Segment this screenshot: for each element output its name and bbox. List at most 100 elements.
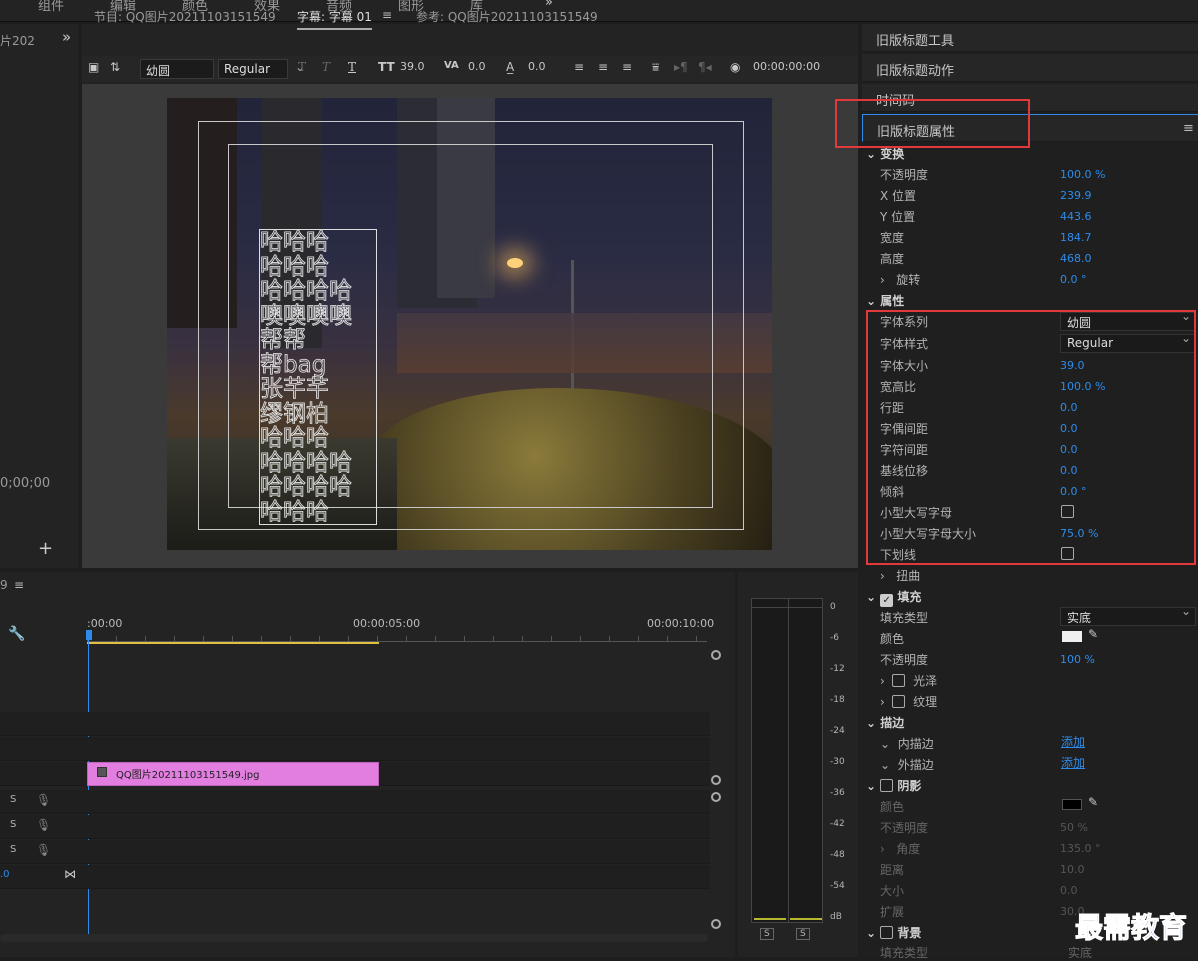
rotation-row[interactable]: › 旋转 <box>880 271 920 288</box>
shadow-size-value[interactable]: 0.0 <box>1060 884 1078 897</box>
timecode-10: 00:00:10:00 <box>647 617 715 630</box>
vertical-text-icon[interactable]: ⇅ <box>110 60 120 78</box>
title-text-block[interactable]: 哈哈哈 哈哈哈 哈哈哈哈 噢噢噢噢 帮帮 帮bag 张芊芊 缪钢柏 哈哈哈 哈哈… <box>259 229 377 525</box>
mic-icon[interactable]: 🎙 <box>36 793 51 807</box>
texture-row[interactable]: › 纹理 <box>880 693 937 710</box>
text-box-icon[interactable]: ▣ <box>88 60 99 78</box>
clip[interactable]: QQ图片20211103151549.jpg <box>87 762 379 786</box>
style-dropdown[interactable]: Regular ⌄ <box>218 59 305 79</box>
playhead-line <box>88 640 89 935</box>
audio-track-3[interactable]: S 🎙 <box>0 840 710 864</box>
tab-stops-icon[interactable]: ⩸ <box>652 60 659 78</box>
underline-icon[interactable]: T <box>348 60 356 78</box>
header-title-tools[interactable]: 旧版标题工具 <box>862 24 1198 52</box>
shadow-color-swatch[interactable] <box>1062 799 1082 810</box>
height-value[interactable]: 468.0 <box>1060 252 1092 265</box>
scroll-handle[interactable] <box>711 919 721 929</box>
work-area-bar[interactable] <box>87 642 379 644</box>
opacity-value[interactable]: 100.0 % <box>1060 168 1105 181</box>
add-inner-stroke-link[interactable]: 添加 <box>1061 733 1085 750</box>
solo-left-button[interactable]: S <box>760 928 774 940</box>
align-right-icon[interactable]: ≡ <box>622 60 632 78</box>
tab-menu-icon[interactable]: ≡ <box>382 8 392 22</box>
show-video-icon[interactable]: ◉ <box>730 60 740 78</box>
align-left-icon[interactable]: ≡ <box>574 60 584 78</box>
bowtie-icon[interactable]: ⋈ <box>64 867 76 881</box>
fill-checkbox[interactable]: ✓ <box>880 594 894 607</box>
y-position-value[interactable]: 443.6 <box>1060 210 1092 223</box>
solo-button[interactable]: S <box>10 794 16 805</box>
stroke-section[interactable]: ⌄ 描边 <box>866 714 904 731</box>
background-type-value[interactable]: 实底 <box>1068 944 1092 961</box>
fill-color-swatch[interactable] <box>1062 631 1082 642</box>
width-value[interactable]: 184.7 <box>1060 231 1092 244</box>
kerning-icon: VA <box>444 60 459 71</box>
master-volume[interactable]: .0 <box>0 869 10 880</box>
prev-frame-icon[interactable]: ▸¶ <box>674 60 688 78</box>
timeline-menu-icon[interactable]: ≡ <box>14 578 24 592</box>
shadow-distance-value[interactable]: 10.0 <box>1060 863 1085 876</box>
header-title-actions[interactable]: 旧版标题动作 <box>862 54 1198 82</box>
distort-row[interactable]: › 扭曲 <box>880 567 920 584</box>
panel-menu-icon[interactable]: ≡ <box>1183 121 1194 136</box>
solo-right-button[interactable]: S <box>796 928 810 940</box>
mic-icon[interactable]: 🎙 <box>36 818 51 832</box>
fill-type-select[interactable]: 实底 <box>1060 604 1196 626</box>
image-clip-icon <box>97 767 107 777</box>
audio-track-1[interactable]: S 🎙 <box>0 790 710 814</box>
eyedropper-icon[interactable]: ✎ <box>1088 627 1098 641</box>
video-track-3[interactable] <box>0 712 710 736</box>
x-position-value[interactable]: 239.9 <box>1060 189 1092 202</box>
menu-item-components[interactable]: 组件 <box>38 0 64 14</box>
rotation-value[interactable]: 0.0 ° <box>1060 273 1087 286</box>
shadow-angle-row[interactable]: › 角度 <box>880 840 920 857</box>
bold-icon[interactable]: T <box>298 60 306 78</box>
shadow-section[interactable]: ⌄ 阴影 <box>866 777 921 794</box>
left-panel-title: 片202 <box>0 34 35 48</box>
background-checkbox[interactable] <box>880 926 894 939</box>
shadow-checkbox[interactable] <box>880 779 894 792</box>
scroll-handle[interactable] <box>711 792 721 802</box>
mic-icon[interactable]: 🎙 <box>36 843 51 857</box>
sheen-checkbox[interactable] <box>892 674 906 687</box>
toolbar-timecode[interactable]: 00:00:00:00 <box>753 60 820 78</box>
add-icon[interactable]: + <box>38 538 53 559</box>
tab-caption[interactable]: 字幕: 字幕 01 <box>297 8 372 30</box>
font-dropdown[interactable]: 幼圆⌄ <box>140 59 231 79</box>
wrench-icon[interactable]: 🔧 <box>8 626 25 642</box>
italic-icon[interactable]: T <box>322 60 330 78</box>
solo-button[interactable]: S <box>10 844 16 855</box>
expand-icon[interactable]: » <box>62 28 71 46</box>
fill-section[interactable]: ⌄ ✓ 填充 <box>866 588 921 607</box>
audio-meter-panel: 0 -6 -12 -18 -24 -30 -36 -42 -48 -54 dB … <box>738 572 858 957</box>
leading-value[interactable]: 0.0 <box>528 60 546 78</box>
scroll-handle[interactable] <box>711 650 721 660</box>
font-size-value[interactable]: 39.0 <box>400 60 425 78</box>
texture-checkbox[interactable] <box>892 695 906 708</box>
solo-button[interactable]: S <box>10 819 16 830</box>
tab-program[interactable]: 节目: QQ图片20211103151549 <box>94 8 276 25</box>
fill-opacity-value[interactable]: 100 % <box>1060 653 1095 666</box>
shadow-angle-value[interactable]: 135.0 ° <box>1060 842 1101 855</box>
sheen-row[interactable]: › 光泽 <box>880 672 937 689</box>
background-section[interactable]: ⌄ 背景 <box>866 924 921 941</box>
properties-section[interactable]: ⌄ 属性 <box>866 292 904 309</box>
eyedropper-icon[interactable]: ✎ <box>1088 795 1098 809</box>
kerning-value[interactable]: 0.0 <box>468 60 486 78</box>
playhead-handle[interactable] <box>86 630 92 640</box>
meter-tick: -36 <box>830 788 845 798</box>
align-center-icon[interactable]: ≡ <box>598 60 608 78</box>
add-outer-stroke-link[interactable]: 添加 <box>1061 754 1085 771</box>
shadow-opacity-value[interactable]: 50 % <box>1060 821 1088 834</box>
y-position-label: Y 位置 <box>880 210 916 224</box>
audio-track-2[interactable]: S 🎙 <box>0 815 710 839</box>
next-frame-icon[interactable]: ¶◂ <box>698 60 712 78</box>
horizontal-scrollbar[interactable] <box>0 934 708 942</box>
rotation-label: 旋转 <box>896 273 921 287</box>
master-track[interactable]: .0 ⋈ <box>0 865 710 889</box>
outer-stroke-row[interactable]: ⌄ 外描边 <box>880 756 934 773</box>
tab-reference[interactable]: 参考: QQ图片20211103151549 <box>416 8 598 25</box>
video-track-2[interactable] <box>0 737 710 761</box>
scroll-handle[interactable] <box>711 775 721 785</box>
inner-stroke-row[interactable]: ⌄ 内描边 <box>880 735 934 752</box>
